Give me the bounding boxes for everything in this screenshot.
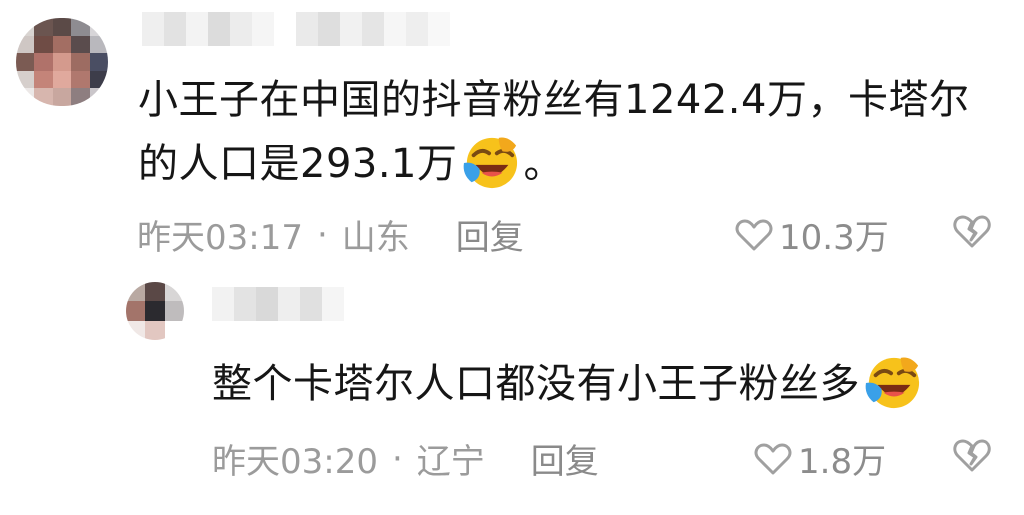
like-count: 10.3万	[779, 218, 889, 258]
comment-location: 辽宁	[416, 442, 485, 482]
laughing-tears-emoji-icon	[865, 357, 920, 409]
comment-meta: 昨天03:17 · 山东 回复	[137, 210, 524, 259]
comment-time: 昨天03:17	[137, 218, 303, 258]
like-count: 1.8万	[798, 442, 887, 482]
comment-time: 昨天03:20	[212, 442, 378, 482]
meta-separator: ·	[316, 214, 328, 255]
username[interactable]	[142, 12, 450, 46]
avatar[interactable]	[16, 18, 108, 106]
broken-heart-icon[interactable]	[952, 437, 992, 473]
meta-separator: ·	[391, 438, 403, 479]
heart-icon	[735, 219, 773, 250]
reply-button[interactable]: 回复	[456, 210, 524, 259]
comment-text-end: 。	[523, 141, 565, 187]
reply-button[interactable]: 回复	[531, 434, 599, 483]
like-button[interactable]: 10.3万	[735, 210, 889, 259]
heart-icon	[754, 443, 792, 474]
laughing-tears-emoji-icon	[463, 137, 517, 189]
like-button[interactable]: 1.8万	[754, 434, 886, 483]
broken-heart-icon[interactable]	[952, 213, 992, 249]
comment-meta: 昨天03:20 · 辽宁 回复	[212, 434, 599, 483]
comment-text: 小王子在中国的抖音粉丝有1242.4万，卡塔尔的人口是293.1万 。	[138, 68, 998, 196]
comment-text-main: 整个卡塔尔人口都没有小王子粉丝多	[212, 361, 860, 407]
username[interactable]	[212, 287, 344, 321]
comment-text: 整个卡塔尔人口都没有小王子粉丝多	[212, 352, 1012, 416]
avatar[interactable]	[126, 282, 184, 340]
comment-location: 山东	[341, 218, 410, 258]
